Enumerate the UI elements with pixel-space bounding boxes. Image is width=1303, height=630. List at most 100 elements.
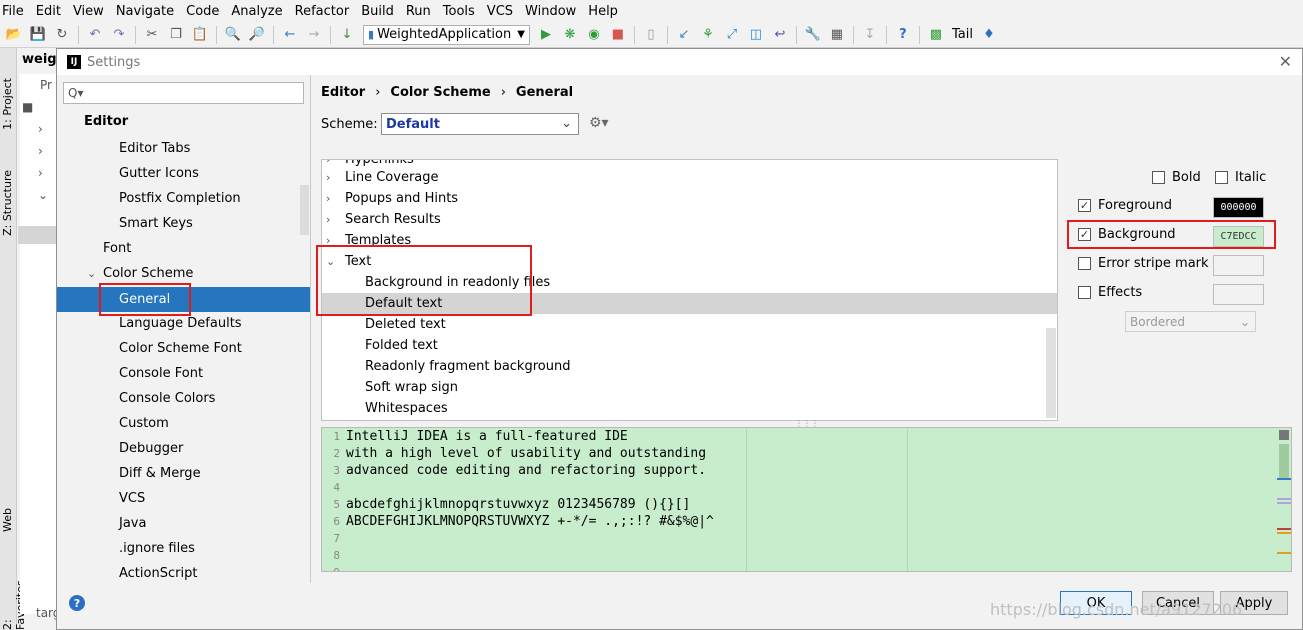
project-structure-icon[interactable]: ▦ <box>828 26 846 44</box>
option-deleted-text[interactable]: Deleted text <box>322 314 1057 335</box>
help-icon[interactable]: ? <box>69 595 85 611</box>
tree-item-vcs[interactable]: VCS <box>119 486 145 511</box>
menu-help[interactable]: Help <box>588 4 618 19</box>
option-folded-text[interactable]: Folded text <box>322 335 1057 356</box>
settings-wrench-icon[interactable]: 🔧 <box>804 26 822 44</box>
copy-icon[interactable]: ❐ <box>167 26 185 44</box>
checkbox-unchecked[interactable] <box>1152 171 1165 184</box>
project-tool-tab[interactable]: 1: Project <box>1 78 14 130</box>
project-tree-row[interactable]: Pr <box>40 78 52 92</box>
check-icon[interactable]: ✓ <box>1078 228 1091 241</box>
menu-window[interactable]: Window <box>525 4 576 19</box>
tree-item-custom[interactable]: Custom <box>119 411 169 436</box>
forward-icon[interactable]: → <box>305 26 323 44</box>
menu-build[interactable]: Build <box>361 4 394 19</box>
debug-icon[interactable]: ❋ <box>561 26 579 44</box>
error-stripe-color-swatch[interactable] <box>1213 255 1264 276</box>
expand-icon[interactable]: › <box>38 166 43 180</box>
stop-icon[interactable]: ■ <box>609 26 627 44</box>
tree-item-color-scheme[interactable]: Color Scheme <box>103 261 193 286</box>
tree-item-postfix-completion[interactable]: Postfix Completion <box>119 186 241 211</box>
checkbox-unchecked[interactable] <box>1078 286 1091 299</box>
italic-checkbox[interactable]: Italic <box>1215 170 1266 185</box>
menu-code[interactable]: Code <box>186 4 219 19</box>
option-default-text[interactable]: Default text <box>322 293 1057 314</box>
option-whitespaces[interactable]: Whitespaces <box>322 398 1057 419</box>
chevron-down-icon[interactable]: ⌄ <box>87 261 96 286</box>
vcs-compare-icon[interactable]: ◫ <box>747 26 765 44</box>
tree-item-font[interactable]: Font <box>103 236 131 261</box>
sync-icon[interactable]: ↻ <box>53 26 71 44</box>
attach-icon[interactable]: ▯ <box>642 26 660 44</box>
tree-item-debugger[interactable]: Debugger <box>119 436 183 461</box>
foreground-color-swatch[interactable]: 000000 <box>1213 197 1264 218</box>
tree-item-console-font[interactable]: Console Font <box>119 361 203 386</box>
gear-icon[interactable]: ⚙▾ <box>589 115 609 131</box>
effects-type-select[interactable]: Bordered ⌄ <box>1125 311 1256 332</box>
tail-button[interactable]: Tail <box>952 27 973 42</box>
plugin-icon[interactable]: ▩ <box>927 26 945 44</box>
background-color-swatch[interactable]: C7EDCC <box>1213 226 1264 247</box>
tree-item-color-scheme-font[interactable]: Color Scheme Font <box>119 336 242 361</box>
menu-analyze[interactable]: Analyze <box>231 4 282 19</box>
save-icon[interactable]: 💾 <box>29 26 47 44</box>
vcs-branch-icon[interactable]: ⚘ <box>699 26 717 44</box>
vcs-revert-icon[interactable]: ↩ <box>771 26 789 44</box>
tree-item-smart-keys[interactable]: Smart Keys <box>119 211 193 236</box>
structure-tool-tab[interactable]: Z: Structure <box>1 170 14 236</box>
tree-item-language-defaults[interactable]: Language Defaults <box>119 311 242 336</box>
menu-run[interactable]: Run <box>406 4 431 19</box>
option-popups-hints[interactable]: › Popups and Hints <box>322 188 1057 209</box>
effects-checkbox[interactable]: Effects <box>1078 285 1142 300</box>
option-background-readonly[interactable]: Background in readonly files <box>322 272 1057 293</box>
help-icon[interactable]: ? <box>894 26 912 44</box>
close-icon[interactable]: ✕ <box>1279 52 1292 71</box>
tree-item-ignore-files[interactable]: .ignore files <box>119 536 195 561</box>
replace-icon[interactable]: 🔎 <box>248 26 266 44</box>
tree-item-java[interactable]: Java <box>119 511 146 536</box>
translate-icon[interactable]: ♦ <box>980 26 998 44</box>
cut-icon[interactable]: ✂ <box>143 26 161 44</box>
back-icon[interactable]: ← <box>281 26 299 44</box>
coverage-icon[interactable]: ◉ <box>585 26 603 44</box>
option-readonly-fragment[interactable]: Readonly fragment background <box>322 356 1057 377</box>
expand-icon[interactable]: › <box>38 144 43 158</box>
preview-code[interactable]: IntelliJ IDEA is a full-featured IDE wit… <box>346 428 714 571</box>
tree-item-general[interactable]: General <box>119 287 170 312</box>
menu-edit[interactable]: Edit <box>36 4 61 19</box>
checkbox-unchecked[interactable] <box>1215 171 1228 184</box>
tree-item-gutter-icons[interactable]: Gutter Icons <box>119 161 199 186</box>
menu-tools[interactable]: Tools <box>443 4 475 19</box>
collapse-icon[interactable]: ⌄ <box>38 188 48 202</box>
menu-vcs[interactable]: VCS <box>487 4 513 19</box>
error-stripe-checkbox[interactable]: Error stripe mark <box>1078 256 1209 271</box>
background-checkbox[interactable]: ✓ Background <box>1078 227 1176 242</box>
tree-item-editor[interactable]: Editor <box>84 109 128 134</box>
tree-item-console-colors[interactable]: Console Colors <box>119 386 215 411</box>
vcs-update-icon[interactable]: ↙ <box>675 26 693 44</box>
settings-search-input[interactable]: Q▾ <box>63 82 304 104</box>
scheme-select[interactable]: Default ⌄ <box>381 113 579 135</box>
redo-icon[interactable]: ↷ <box>110 26 128 44</box>
checkbox-unchecked[interactable] <box>1078 257 1091 270</box>
tree-item-diff-merge[interactable]: Diff & Merge <box>119 461 201 486</box>
vcs-push-icon[interactable]: ⤢ <box>723 26 741 44</box>
open-icon[interactable]: 📂 <box>5 26 23 44</box>
tree-item-actionscript[interactable]: ActionScript <box>119 561 197 586</box>
run-icon[interactable]: ▶ <box>537 26 555 44</box>
run-config-select[interactable]: ▮ WeightedApplication ▼ <box>363 24 530 45</box>
foreground-checkbox[interactable]: ✓ Foreground <box>1078 198 1172 213</box>
undo-icon[interactable]: ↶ <box>86 26 104 44</box>
build-icon[interactable]: ↓ <box>338 26 356 44</box>
paste-icon[interactable]: 📋 <box>191 26 209 44</box>
check-icon[interactable]: ✓ <box>1078 199 1091 212</box>
web-tool-tab[interactable]: Web <box>1 508 14 532</box>
tree-scrollbar[interactable] <box>300 185 309 235</box>
error-stripe[interactable] <box>1277 428 1291 571</box>
expand-icon[interactable]: › <box>38 122 43 136</box>
effects-color-swatch[interactable] <box>1213 284 1264 305</box>
sdk-download-icon[interactable]: ↧ <box>861 26 879 44</box>
option-line-coverage[interactable]: › Line Coverage <box>322 167 1057 188</box>
menu-view[interactable]: View <box>73 4 104 19</box>
menu-navigate[interactable]: Navigate <box>116 4 174 19</box>
